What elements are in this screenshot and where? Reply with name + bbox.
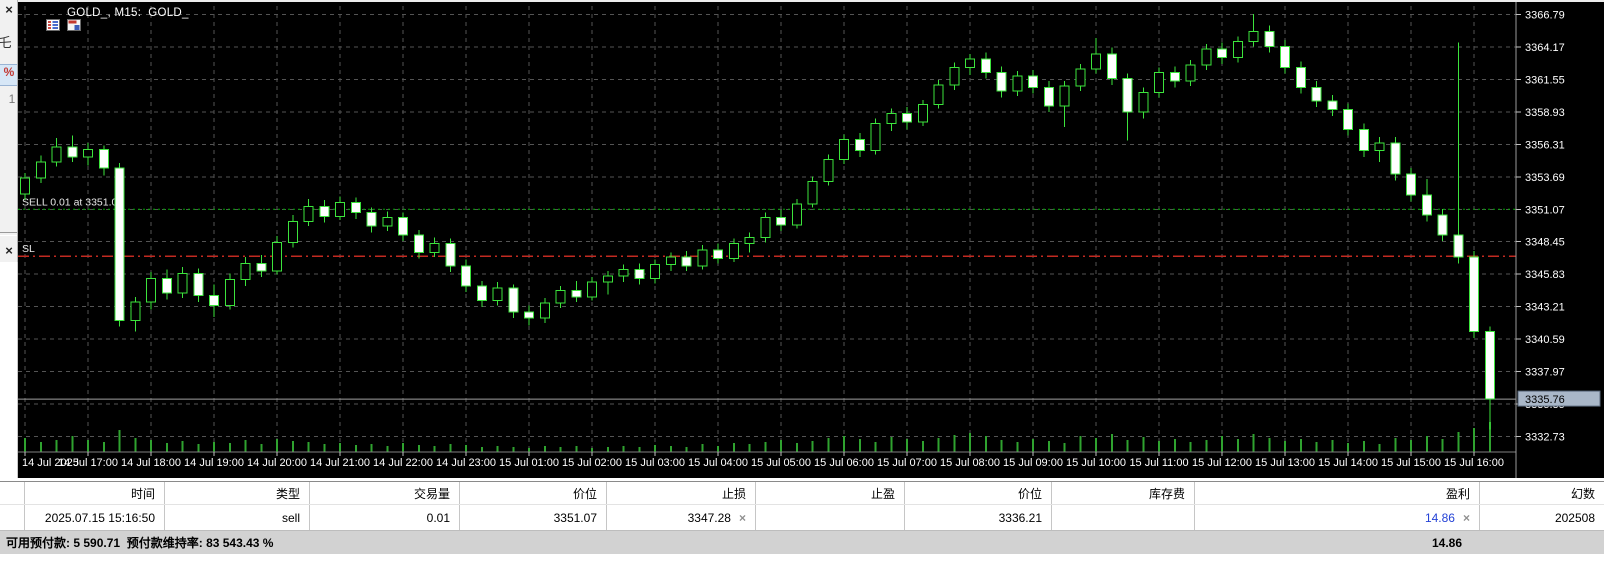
header-volume: 交易量 xyxy=(310,482,460,504)
time-axis-tick: 15 Jul 13:00 xyxy=(1255,457,1315,469)
positions-table: 时间 类型 交易量 价位 止损 止盈 价位 库存费 盈利 幻数 2025.07.… xyxy=(0,481,1604,530)
svg-text:3335.76: 3335.76 xyxy=(1525,394,1565,406)
time-axis-tick: 15 Jul 06:00 xyxy=(814,457,874,469)
price-axis-tick: 3351.07 xyxy=(1525,204,1565,216)
cell-takeprofit xyxy=(756,505,905,530)
time-axis-tick: 15 Jul 11:00 xyxy=(1129,457,1188,469)
time-axis-tick: 15 Jul 02:00 xyxy=(562,457,622,469)
divider xyxy=(0,232,17,236)
header-time: 时间 xyxy=(25,482,165,504)
time-axis-tick: 15 Jul 07:00 xyxy=(877,457,937,469)
price-axis-tick: 3361.55 xyxy=(1525,74,1565,86)
cell-volume: 0.01 xyxy=(310,505,460,530)
header-profit: 盈利 xyxy=(1195,482,1480,504)
header-magic: 幻数 xyxy=(1570,486,1595,501)
time-axis-tick: 14 Jul 23:00 xyxy=(436,457,496,469)
header-stoploss: 止损 xyxy=(607,482,756,504)
one-icon[interactable]: 1 xyxy=(3,92,17,106)
time-axis-tick: 15 Jul 09:00 xyxy=(1003,457,1063,469)
chart-title: GOLD_, M15: GOLD_ xyxy=(67,7,189,19)
margin-level-value: 83 543.43 % xyxy=(206,536,274,550)
chart-window[interactable]: SELL 0.01 at 3351.07 SL 3366.79 3364.17 3361… xyxy=(18,2,1604,478)
header-type: 类型 xyxy=(165,482,310,504)
time-axis-tick: 15 Jul 08:00 xyxy=(940,457,1000,469)
table-header-row: 时间 类型 交易量 价位 止损 止盈 价位 库存费 盈利 幻数 xyxy=(0,481,1604,505)
table-icon[interactable] xyxy=(25,7,60,31)
header-price: 价位 xyxy=(460,482,607,504)
profit-value: 14.86 xyxy=(1424,510,1455,525)
sell-position-label: SELL 0.01 at 3351.07 xyxy=(22,196,123,208)
time-axis-tick: 15 Jul 14:00 xyxy=(1318,457,1378,469)
time-axis-tick: 15 Jul 12:00 xyxy=(1192,457,1252,469)
cell-open-price: 3351.07 xyxy=(460,505,607,530)
price-axis-tick: 3358.93 xyxy=(1525,107,1565,119)
margin-level-label: 预付款维持率: xyxy=(126,536,203,550)
price-axis-tick: 3364.17 xyxy=(1525,42,1565,54)
price-chart-svg[interactable]: SELL 0.01 at 3351.07 SL 3366.79 3364.17 3361… xyxy=(18,2,1604,478)
free-margin-label: 可用预付款: xyxy=(6,536,70,550)
close-icon[interactable]: × xyxy=(0,3,17,17)
price-axis-tick: 3356.31 xyxy=(1525,139,1565,151)
cell-swap xyxy=(1052,505,1195,530)
price-axis-tick: 3340.59 xyxy=(1525,334,1565,346)
price-axis-tick: 3366.79 xyxy=(1525,9,1565,21)
close-position-icon[interactable]: × xyxy=(1463,512,1470,524)
time-axis-tick: 14 Jul 22:00 xyxy=(373,457,433,469)
free-margin-value: 5 590.71 xyxy=(73,536,121,550)
time-axis-tick: 15 Jul 03:00 xyxy=(625,457,685,469)
price-axis-tick: 3337.97 xyxy=(1525,367,1565,379)
percent-icon[interactable]: % xyxy=(0,64,17,86)
time-axis-tick: 14 Jul 17:00 xyxy=(58,457,118,469)
time-axis-tick: 15 Jul 01:00 xyxy=(499,457,559,469)
price-axis-tick: 3343.21 xyxy=(1525,302,1565,314)
header-swap: 库存费 xyxy=(1052,482,1195,504)
time-axis-tick: 15 Jul 05:00 xyxy=(751,457,811,469)
total-profit-value: 14.86 xyxy=(1431,535,1462,550)
cell-stoploss: 3347.28 × xyxy=(607,505,756,530)
time-axis-tick: 14 Jul 21:00 xyxy=(310,457,370,469)
cell-current-price: 3336.21 xyxy=(905,505,1052,530)
time-axis-tick: 14 Jul 19:00 xyxy=(184,457,244,469)
close-icon[interactable]: × xyxy=(0,244,17,258)
price-axis-tick: 3332.73 xyxy=(1525,432,1565,444)
price-axis-tick: 3345.83 xyxy=(1525,269,1565,281)
stoploss-line-label: SL xyxy=(22,243,35,255)
cell-profit: 14.86 × xyxy=(1195,505,1480,530)
time-axis-tick: 14 Jul 20:00 xyxy=(247,457,307,469)
account-status-text: 可用预付款: 5 590.71 预付款维持率: 83 543.43 % xyxy=(0,534,273,551)
left-panel-empty xyxy=(0,262,18,478)
remove-stoploss-icon[interactable]: × xyxy=(739,512,746,524)
cell-magic: 202508 xyxy=(1554,510,1595,525)
time-axis-tick: 15 Jul 10:00 xyxy=(1066,457,1126,469)
stoploss-value: 3347.28 xyxy=(687,510,731,525)
time-axis-tick: 15 Jul 04:00 xyxy=(688,457,748,469)
time-axis-tick: 14 Jul 18:00 xyxy=(121,457,181,469)
cell-spacer xyxy=(0,505,25,530)
time-axis-tick: 15 Jul 16:00 xyxy=(1444,457,1504,469)
status-bar: 可用预付款: 5 590.71 预付款维持率: 83 543.43 % 14.8… xyxy=(0,530,1604,554)
chart-title-bar: GOLD_, M15: GOLD_ xyxy=(25,7,189,31)
cell-time: 2025.07.15 15:16:50 xyxy=(25,505,165,530)
current-price-tag: 3335.76 xyxy=(1517,390,1601,407)
cell-type: sell xyxy=(165,505,310,530)
header-takeprofit: 止盈 xyxy=(756,482,905,504)
table-row[interactable]: 2025.07.15 15:16:50 sell 0.01 3351.07 33… xyxy=(0,505,1604,530)
price-axis-tick: 3353.69 xyxy=(1525,172,1565,184)
left-toolbar-strip: × 乇 % 1 × xyxy=(0,0,18,262)
price-axis-tick: 3348.45 xyxy=(1525,237,1565,249)
cut-toolbar-icon[interactable]: 乇 xyxy=(0,36,14,50)
chart-window-icon[interactable] xyxy=(46,7,81,31)
header-current-price: 价位 xyxy=(905,482,1052,504)
time-axis-tick: 15 Jul 15:00 xyxy=(1381,457,1441,469)
header-spacer xyxy=(0,482,25,504)
